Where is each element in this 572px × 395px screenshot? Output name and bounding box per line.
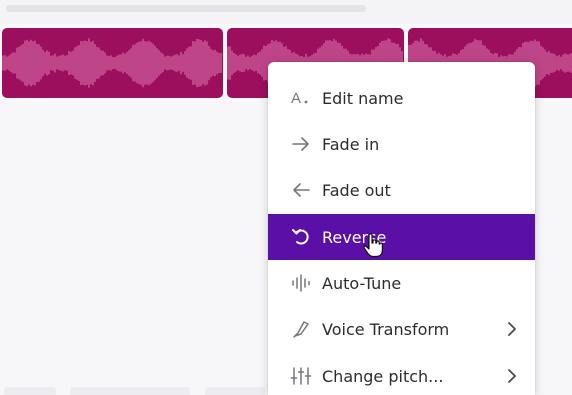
auto-tune-icon: [290, 272, 312, 294]
menu-item-voice-transform[interactable]: Voice Transform: [268, 306, 535, 352]
menu-item-fade-in[interactable]: Fade in: [268, 121, 535, 167]
voice-transform-icon: [290, 318, 312, 340]
reverse-icon: [290, 226, 312, 248]
hand-pointer-icon: [362, 232, 384, 258]
waveform: [2, 38, 222, 88]
sliders-icon: [290, 365, 312, 387]
menu-item-change-pitch[interactable]: Change pitch...: [268, 353, 535, 395]
arrow-right-icon: [290, 133, 312, 155]
svg-text:A: A: [291, 90, 301, 107]
chevron-right-icon: [503, 319, 521, 339]
menu-item-reverse[interactable]: Reverse: [268, 214, 535, 260]
waveform-path: [2, 38, 222, 88]
menu-item-auto-tune[interactable]: Auto-Tune: [268, 260, 535, 306]
top-toolbar: [0, 0, 572, 24]
menu-item-fade-out[interactable]: Fade out: [268, 167, 535, 213]
menu-item-label: Fade in: [322, 134, 380, 154]
arrow-left-icon: [290, 179, 312, 201]
audio-clip[interactable]: [2, 28, 223, 98]
menu-item-label: Voice Transform: [322, 319, 450, 339]
chevron-right-icon: [503, 366, 521, 386]
menu-item-label: Fade out: [322, 180, 391, 200]
menu-item-edit-name[interactable]: A Edit name: [268, 75, 535, 121]
toolbar-blurred-text: [6, 5, 366, 12]
menu-item-label: Auto-Tune: [322, 273, 402, 293]
clip-context-menu: A Edit name Fade in Fade out Reverse Aut…: [268, 62, 535, 395]
text-cursor-icon: A: [290, 87, 312, 109]
menu-item-label: Change pitch...: [322, 366, 444, 386]
menu-item-label: Edit name: [322, 88, 404, 108]
